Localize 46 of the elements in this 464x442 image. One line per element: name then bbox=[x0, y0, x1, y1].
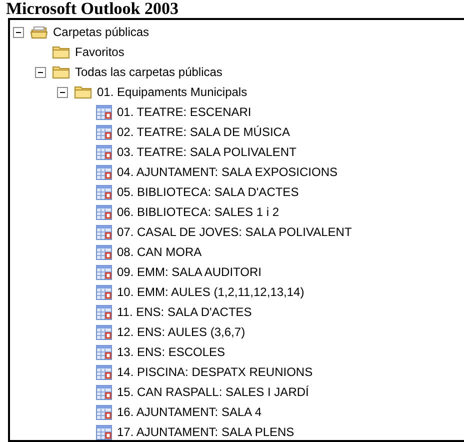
tree-item-label[interactable]: 16. AJUNTAMENT: SALA 4 bbox=[117, 403, 262, 421]
folder-icon bbox=[74, 85, 92, 99]
calendar-icon bbox=[96, 244, 112, 260]
tree-item-label[interactable]: Favoritos bbox=[75, 43, 124, 61]
collapse-toggle[interactable] bbox=[57, 86, 68, 98]
tree-item-label[interactable]: 13. ENS: ESCOLES bbox=[117, 343, 226, 361]
tree-item-label[interactable]: 05. BIBLIOTECA: SALA D'ACTES bbox=[117, 183, 299, 201]
calendar-icon bbox=[96, 404, 112, 420]
calendar-icon bbox=[96, 304, 112, 320]
tree-item-label[interactable]: 12. ENS: AULES (3,6,7) bbox=[117, 323, 246, 341]
tree-item-label[interactable]: 10. EMM: AULES (1,2,11,12,13,14) bbox=[117, 283, 304, 301]
tree-item-label[interactable]: 15. CAN RASPALL: SALES I JARDÍ bbox=[117, 383, 309, 401]
collapse-toggle[interactable] bbox=[13, 26, 24, 38]
folder-icon bbox=[52, 65, 70, 79]
calendar-icon bbox=[96, 144, 112, 160]
tree-item-label[interactable]: 11. ENS: SALA D'ACTES bbox=[117, 303, 252, 321]
calendar-icon bbox=[96, 264, 112, 280]
calendar-icon bbox=[96, 204, 112, 220]
calendar-icon bbox=[96, 164, 112, 180]
folder-icon bbox=[52, 45, 70, 59]
tree-item-label[interactable]: 08. CAN MORA bbox=[117, 243, 202, 261]
tree-item-label[interactable]: 06. BIBLIOTECA: SALES 1 i 2 bbox=[117, 203, 280, 221]
tree-item-label[interactable]: 01. Equipaments Municipals bbox=[97, 83, 248, 101]
collapse-toggle[interactable] bbox=[35, 66, 46, 78]
folder-stack-icon bbox=[30, 24, 48, 40]
calendar-icon bbox=[96, 324, 112, 340]
calendar-icon bbox=[96, 124, 112, 140]
tree-item-label[interactable]: Todas las carpetas públicas bbox=[75, 63, 222, 81]
tree-item-label[interactable]: 09. EMM: SALA AUDITORI bbox=[117, 263, 262, 281]
calendar-icon bbox=[96, 104, 112, 120]
tree-item-label[interactable]: Carpetas públicas bbox=[53, 23, 150, 41]
calendar-icon bbox=[96, 424, 112, 440]
tree-item-label[interactable]: 02. TEATRE: SALA DE MÚSICA bbox=[117, 123, 290, 141]
tree-item-label[interactable]: 14. PISCINA: DESPATX REUNIONS bbox=[117, 363, 313, 381]
calendar-icon bbox=[96, 344, 112, 360]
tree-item-label[interactable]: 04. AJUNTAMENT: SALA EXPOSICIONS bbox=[117, 163, 338, 181]
page-heading: Microsoft Outlook 2003 bbox=[5, 0, 180, 18]
tree-item-label[interactable]: 17. AJUNTAMENT: SALA PLENS bbox=[117, 423, 294, 441]
calendar-icon bbox=[96, 224, 112, 240]
tree-item-label[interactable]: 01. TEATRE: ESCENARI bbox=[117, 103, 252, 121]
tree-item-label[interactable]: 03. TEATRE: SALA POLIVALENT bbox=[117, 143, 296, 161]
calendar-icon bbox=[96, 384, 112, 400]
tree-item-label[interactable]: 07. CASAL DE JOVES: SALA POLIVALENT bbox=[117, 223, 352, 241]
calendar-icon bbox=[96, 364, 112, 380]
calendar-icon bbox=[96, 184, 112, 200]
calendar-icon bbox=[96, 284, 112, 300]
